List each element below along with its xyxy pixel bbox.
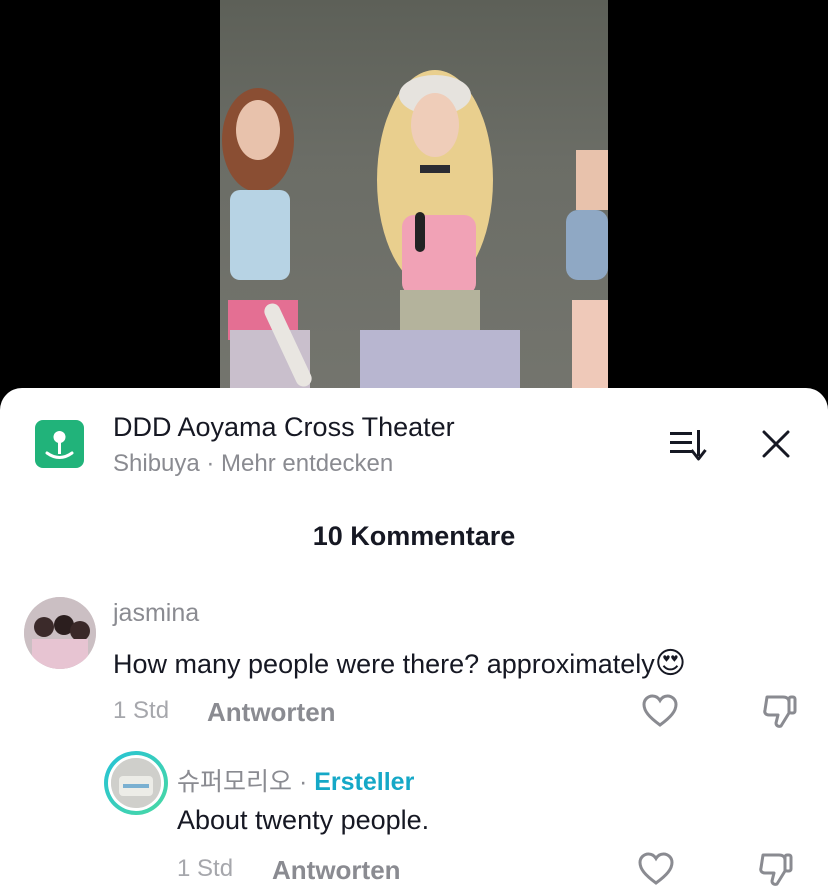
reply-button[interactable]: Antworten bbox=[272, 855, 401, 886]
location-title[interactable]: DDD Aoyama Cross Theater bbox=[113, 412, 455, 443]
location-pin-icon[interactable] bbox=[35, 420, 84, 468]
reply-button[interactable]: Antworten bbox=[207, 697, 336, 728]
close-icon[interactable] bbox=[760, 428, 792, 460]
location-subtitle[interactable]: Shibuya · Mehr entdecken bbox=[113, 450, 393, 478]
comment-username[interactable]: jasmina bbox=[113, 599, 199, 628]
avatar[interactable] bbox=[24, 597, 96, 669]
video-still-image bbox=[222, 70, 608, 400]
sort-icon[interactable] bbox=[668, 428, 708, 462]
thumbs-down-icon[interactable] bbox=[757, 851, 795, 887]
comment-text: How many people were there? approximatel… bbox=[113, 646, 686, 681]
comment-time: 1 Std bbox=[113, 697, 170, 724]
comment-text-body: How many people were there? approximatel… bbox=[113, 649, 655, 679]
comments-count: 10 Kommentare bbox=[312, 521, 516, 551]
video-player[interactable] bbox=[0, 0, 828, 400]
heart-icon[interactable] bbox=[637, 851, 675, 887]
reply-username[interactable]: 슈퍼모리오 bbox=[177, 768, 292, 796]
thumbs-down-icon[interactable] bbox=[761, 693, 799, 729]
heart-eyes-emoji: 😍 bbox=[654, 647, 687, 680]
separator: · bbox=[298, 768, 308, 796]
video-frame bbox=[220, 0, 608, 400]
reply-time: 1 Std bbox=[177, 855, 234, 882]
creator-badge: Ersteller bbox=[314, 768, 415, 796]
heart-icon[interactable] bbox=[641, 693, 679, 729]
reply-text: About twenty people. bbox=[177, 805, 430, 835]
reply-username-line: 슈퍼모리오 · Ersteller bbox=[177, 762, 414, 798]
creator-avatar[interactable] bbox=[104, 751, 168, 815]
